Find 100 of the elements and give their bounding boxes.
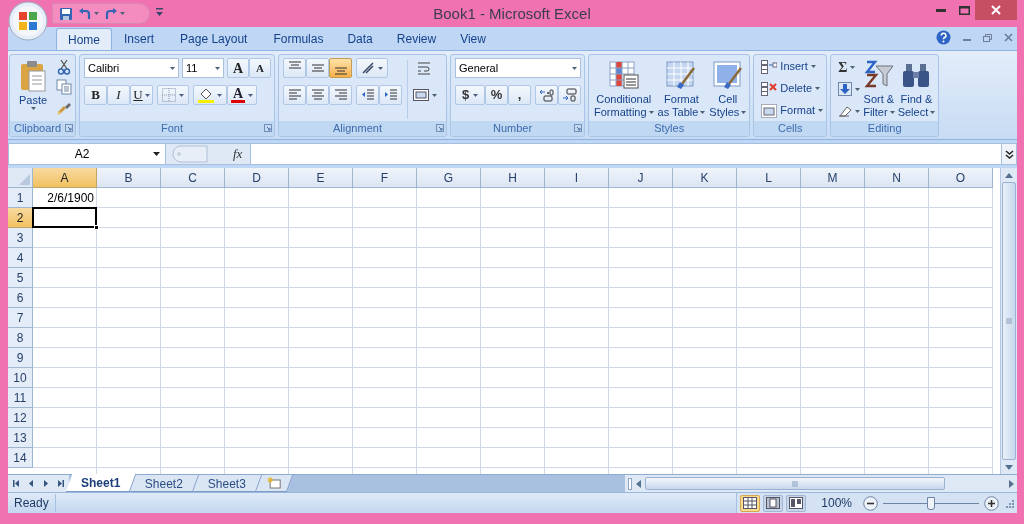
row-header[interactable]: 4 [8,248,33,268]
ribbon-tab[interactable]: View [448,28,498,50]
format-as-table-button[interactable]: Format as Table [657,58,706,119]
font-name-dropdown[interactable]: Calibri [84,58,179,78]
previous-sheet-button[interactable] [28,480,34,487]
sheet-tab[interactable]: Sheet1 [65,474,137,492]
ribbon-tab[interactable]: Page Layout [166,28,262,50]
expand-formula-bar-button[interactable] [1001,144,1016,164]
format-cells-button[interactable]: Format [761,102,824,119]
sheet-tab[interactable]: Sheet3 [193,475,263,492]
dialog-launcher-button[interactable] [574,124,582,132]
row-header[interactable]: 11 [8,388,33,408]
ribbon-tab[interactable]: Data [335,28,385,50]
dialog-launcher-button[interactable] [436,124,444,132]
percent-button[interactable]: % [485,85,508,105]
row-header[interactable]: 13 [8,428,33,448]
ribbon-tab[interactable]: Formulas [261,28,336,50]
row-header[interactable]: 14 [8,448,33,468]
sort-filter-button[interactable]: Sort & Filter [863,58,895,121]
align-right-button[interactable] [329,85,352,105]
column-header[interactable]: I [545,168,609,188]
formula-input[interactable] [250,144,1001,164]
column-header[interactable]: E [289,168,353,188]
copy-button[interactable] [56,79,72,95]
help-button[interactable] [936,30,951,45]
row-header[interactable]: 5 [8,268,33,288]
align-left-button[interactable] [283,85,306,105]
column-header[interactable]: O [929,168,993,188]
redo-button[interactable] [104,6,125,21]
row-header[interactable]: 10 [8,368,33,388]
column-header[interactable]: H [481,168,545,188]
column-header[interactable]: M [801,168,865,188]
increase-decimal-button[interactable] [535,85,558,105]
column-header[interactable]: L [737,168,801,188]
insert-function-button[interactable]: fx [233,144,243,164]
fill-color-button[interactable] [193,85,227,105]
decrease-decimal-button[interactable] [558,85,581,105]
row-header[interactable]: 12 [8,408,33,428]
number-format-dropdown[interactable]: General [455,58,581,78]
save-button[interactable] [59,6,73,21]
zoom-level-button[interactable]: 100% [821,494,852,512]
ribbon-tab[interactable]: Review [384,28,449,50]
customize-toolbar-button[interactable] [156,8,163,16]
italic-button[interactable]: I [107,85,130,105]
name-box[interactable]: A2 [9,144,166,164]
column-header[interactable]: J [609,168,673,188]
currency-button[interactable]: $ [455,85,485,105]
zoom-in-button[interactable] [984,495,999,511]
middle-align-button[interactable] [306,58,329,78]
zoom-out-button[interactable] [863,495,878,511]
undo-button[interactable] [78,6,99,21]
row-header[interactable]: 8 [8,328,33,348]
first-sheet-button[interactable] [13,480,19,487]
horizontal-scrollbar[interactable] [625,475,1017,492]
top-align-button[interactable] [283,58,306,78]
column-header[interactable]: C [161,168,225,188]
zoom-slider[interactable] [883,495,979,511]
dialog-launcher-button[interactable] [65,124,73,132]
ribbon-tab[interactable]: Home [56,28,112,50]
sheet-tab[interactable]: Sheet2 [130,475,200,492]
cell-styles-button[interactable]: Cell Styles [709,58,747,119]
dialog-launcher-button[interactable] [264,124,272,132]
row-header[interactable]: 9 [8,348,33,368]
normal-view-button[interactable] [740,494,761,512]
column-header[interactable]: F [353,168,417,188]
row-header[interactable]: 2 [8,208,33,228]
row-header[interactable]: 7 [8,308,33,328]
column-header[interactable]: B [97,168,161,188]
font-size-dropdown[interactable]: 11 [182,58,224,78]
row-header[interactable]: 3 [8,228,33,248]
autosum-button[interactable]: Σ [838,58,861,76]
decrease-indent-button[interactable] [356,85,379,105]
center-button[interactable] [306,85,329,105]
column-header[interactable]: K [673,168,737,188]
find-select-button[interactable]: Find & Select [897,58,936,121]
ribbon-tab[interactable]: Insert [112,28,167,50]
row-header[interactable]: 6 [8,288,33,308]
page-layout-view-button[interactable] [763,494,784,512]
next-sheet-button[interactable] [43,480,49,487]
column-header[interactable]: D [225,168,289,188]
conditional-formatting-button[interactable]: Conditional Formatting [594,58,654,119]
delete-cells-button[interactable]: Delete [761,80,824,97]
column-header[interactable]: N [865,168,929,188]
shrink-font-button[interactable]: A [249,58,271,78]
column-header[interactable]: G [417,168,481,188]
increase-indent-button[interactable] [379,85,402,105]
close-button[interactable] [975,0,1017,20]
bold-button[interactable]: B [84,85,107,105]
fill-button[interactable] [838,80,861,98]
bottom-align-button[interactable] [329,58,352,78]
paste-button[interactable]: Paste [13,58,53,121]
cut-button[interactable] [56,59,72,75]
orientation-button[interactable] [356,58,388,78]
column-header[interactable]: A [33,168,97,188]
vertical-scrollbar[interactable] [1000,168,1017,474]
insert-cells-button[interactable]: Insert [761,58,824,75]
comma-button[interactable]: , [508,85,531,105]
restore-workbook-button[interactable] [983,33,992,42]
grow-font-button[interactable]: A [227,58,249,78]
page-break-view-button[interactable] [786,494,807,512]
